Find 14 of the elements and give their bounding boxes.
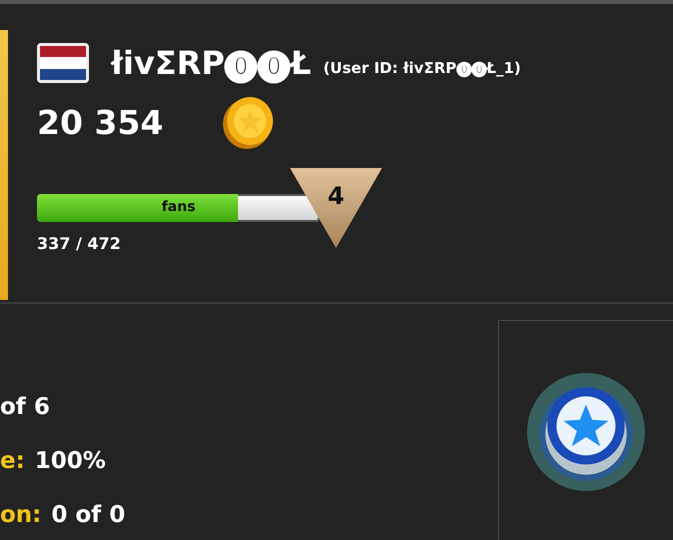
stat-value: 0 of 0 bbox=[51, 502, 126, 528]
stat-label: on: bbox=[0, 502, 42, 528]
coin-icon bbox=[220, 94, 276, 150]
user-id: (User ID: łivΣRP⓿⓿Ł_1) bbox=[323, 59, 521, 77]
bar-label: fans bbox=[160, 199, 196, 215]
flag-icon bbox=[37, 43, 89, 83]
star-badge-icon bbox=[525, 371, 647, 493]
stat-value: of 6 bbox=[0, 394, 50, 420]
stat-value: 100% bbox=[34, 448, 106, 474]
fans-count: 337 / 472 bbox=[37, 234, 122, 253]
player-name: łivΣRP⓿⓿Ł bbox=[111, 44, 312, 82]
stat-label: e: bbox=[0, 448, 25, 474]
coin-count: 20 354 bbox=[37, 102, 164, 142]
rank-badge: 4 bbox=[290, 168, 382, 248]
